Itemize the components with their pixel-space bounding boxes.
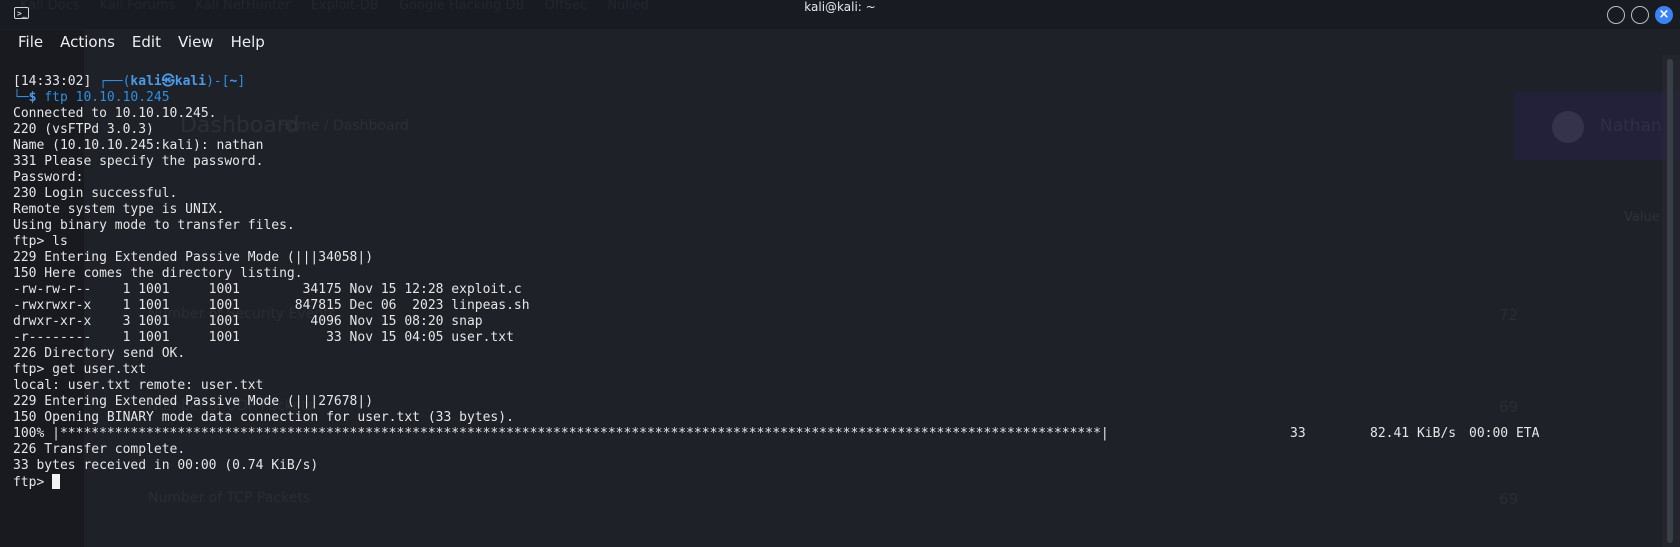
menu-file[interactable]: File: [18, 33, 43, 51]
progress-bytes: 33: [1290, 426, 1306, 441]
scrollbar-thumb[interactable]: [1667, 59, 1673, 543]
terminal-line: drwxr-xr-x 3 1001 1001 4096 Nov 15 08:20…: [13, 314, 483, 329]
menu-help[interactable]: Help: [231, 33, 265, 51]
prompt-command: ftp 10.10.10.245: [44, 90, 170, 105]
terminal-line: 150 Opening BINARY mode data connection …: [13, 410, 514, 425]
terminal-line: 226 Transfer complete.: [13, 442, 186, 457]
maximize-button[interactable]: [1631, 6, 1649, 24]
progress-line: 100% |**********************************…: [13, 426, 1660, 442]
text-cursor: [52, 474, 61, 489]
prompt-user: kali: [130, 74, 162, 89]
terminal-line: Using binary mode to transfer files.: [13, 218, 295, 233]
window-title: kali@kali: ~: [804, 0, 876, 14]
terminal-line: 229 Entering Extended Passive Mode (|||3…: [13, 250, 374, 265]
prompt-line: [14:33:02] ┌──(kali㉿kali)-[~]: [13, 74, 246, 89]
terminal-line: 220 (vsFTPd 3.0.3): [13, 122, 154, 137]
progress-rate: 82.41 KiB/s: [1370, 426, 1457, 441]
terminal-line: -rw-rw-r-- 1 1001 1001 34175 Nov 15 12:2…: [13, 282, 522, 297]
title-bar[interactable]: >_ kali@kali: ~ ×: [0, 0, 1680, 29]
terminal-line: 226 Directory send OK.: [13, 346, 186, 361]
final-prompt: ftp>: [13, 475, 53, 490]
terminal-output[interactable]: [14:33:02] ┌──(kali㉿kali)-[~] └─$ ftp 10…: [0, 74, 1660, 547]
progress-percent: 100%: [13, 426, 45, 441]
prompt-time: [14:33:02]: [13, 74, 92, 89]
menu-edit[interactable]: Edit: [132, 33, 161, 51]
terminal-line: ftp> ls: [13, 234, 68, 249]
terminal-line: -rwxrwxr-x 1 1001 1001 847815 Dec 06 202…: [13, 298, 530, 313]
scrollbar[interactable]: [1662, 55, 1680, 547]
final-prompt-line: ftp>: [13, 474, 1660, 490]
terminal-window: Kali Docs Kali Forums Kali NetHunter Exp…: [0, 0, 1680, 547]
terminal-line: 229 Entering Extended Passive Mode (|||2…: [13, 394, 374, 409]
terminal-line: ftp> get user.txt: [13, 362, 147, 377]
command-line: └─$ ftp 10.10.10.245: [13, 90, 170, 105]
menu-actions[interactable]: Actions: [60, 33, 115, 51]
progress-eta: 00:00 ETA: [1469, 426, 1540, 441]
terminal-line: local: user.txt remote: user.txt: [13, 378, 264, 393]
terminal-line: -r-------- 1 1001 1001 33 Nov 15 04:05 u…: [13, 330, 514, 345]
terminal-line: 331 Please specify the password.: [13, 154, 264, 169]
minimize-button[interactable]: [1607, 6, 1625, 24]
prompt-host: kali: [174, 74, 207, 89]
close-button[interactable]: ×: [1655, 6, 1673, 24]
terminal-line: Connected to 10.10.10.245.: [13, 106, 217, 121]
prompt-at: ㉿: [161, 74, 175, 89]
terminal-line: 150 Here comes the directory listing.: [13, 266, 303, 281]
menu-view[interactable]: View: [178, 33, 214, 51]
terminal-line: Remote system type is UNIX.: [13, 202, 225, 217]
terminal-line: 33 bytes received in 00:00 (0.74 KiB/s): [13, 458, 319, 473]
progress-bar: |***************************************…: [52, 426, 1109, 441]
menu-bar: File Actions Edit View Help: [0, 29, 1680, 55]
terminal-line: 230 Login successful.: [13, 186, 178, 201]
terminal-line: Password:: [13, 170, 84, 185]
terminal-line: Name (10.10.10.245:kali): nathan: [13, 138, 264, 153]
